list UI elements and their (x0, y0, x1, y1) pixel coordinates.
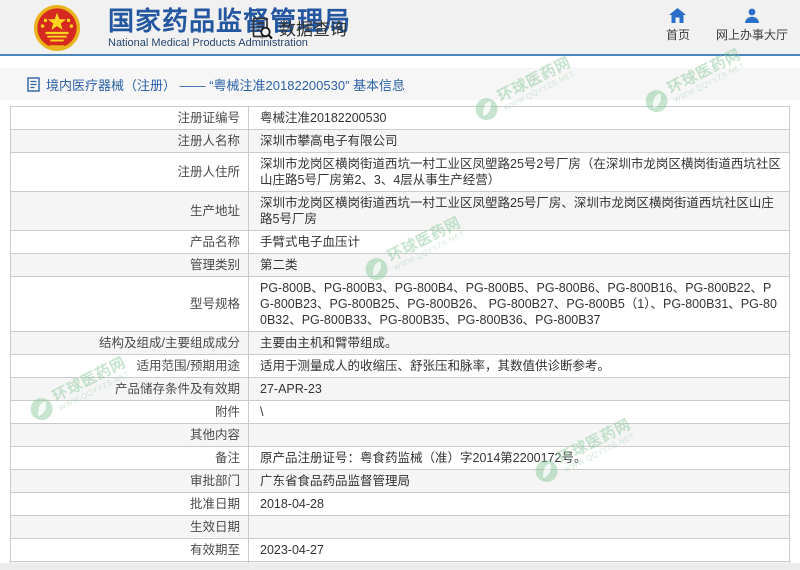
nav-home[interactable]: 首页 (666, 8, 690, 43)
table-row: 审批部门广东省食品药品监督管理局 (11, 470, 789, 493)
table-row: 产品储存条件及有效期27-APR-23 (11, 378, 789, 401)
site-header: 国家药品监督管理局 National Medical Products Admi… (0, 0, 800, 54)
table-row: 适用范围/预期用途适用于测量成人的收缩压、舒张压和脉率，其数值供诊断参考。 (11, 355, 789, 378)
table-row: 批准日期2018-04-28 (11, 493, 789, 516)
data-query-section[interactable]: 数据查询 (250, 15, 347, 40)
footer-strip (0, 563, 800, 570)
row-label: 管理类别 (11, 254, 249, 276)
row-label: 适用范围/预期用途 (11, 355, 249, 377)
row-label: 注册人住所 (11, 153, 249, 191)
breadcrumb: 境内医疗器械（注册） —— “粤械注准20182200530” 基本信息 (0, 68, 800, 100)
row-label: 型号规格 (11, 277, 249, 331)
row-label: 产品名称 (11, 231, 249, 253)
table-row: 附件\ (11, 401, 789, 424)
row-label: 注册人名称 (11, 130, 249, 152)
row-label: 其他内容 (11, 424, 249, 446)
document-icon (27, 77, 40, 92)
national-emblem-logo (26, 4, 88, 57)
row-value: 深圳市龙岗区横岗街道西坑一村工业区凤塱路25号厂房、深圳市龙岗区横岗街道西坑社区… (249, 192, 789, 230)
nav-service-hall[interactable]: 网上办事大厅 (716, 8, 788, 43)
header-nav: 首页 网上办事大厅 (666, 8, 788, 43)
row-label: 审批部门 (11, 470, 249, 492)
table-row: 产品名称手臂式电子血压计 (11, 231, 789, 254)
table-row: 生产地址深圳市龙岗区横岗街道西坑一村工业区凤塱路25号厂房、深圳市龙岗区横岗街道… (11, 192, 789, 231)
row-label: 备注 (11, 447, 249, 469)
breadcrumb-text: 境内医疗器械（注册） —— “粤械注准20182200530” 基本信息 (46, 75, 405, 94)
table-row: 注册人名称深圳市攀高电子有限公司 (11, 130, 789, 153)
row-value: 深圳市龙岗区横岗街道西坑一村工业区凤塱路25号2号厂房（在深圳市龙岗区横岗街道西… (249, 153, 789, 191)
row-label: 附件 (11, 401, 249, 423)
registration-info-table: 注册证编号粤械注准20182200530注册人名称深圳市攀高电子有限公司注册人住… (10, 106, 790, 570)
row-label: 产品储存条件及有效期 (11, 378, 249, 400)
table-row: 其他内容 (11, 424, 789, 447)
row-value: 手臂式电子血压计 (249, 231, 789, 253)
table-row: 备注原产品注册证号：粤食药监械（准）字2014第2200172号。 (11, 447, 789, 470)
row-label: 生产地址 (11, 192, 249, 230)
row-value: 主要由主机和臂带组成。 (249, 332, 789, 354)
row-label: 批准日期 (11, 493, 249, 515)
row-value (249, 516, 789, 538)
table-row: 注册人住所深圳市龙岗区横岗街道西坑一村工业区凤塱路25号2号厂房（在深圳市龙岗区… (11, 153, 789, 192)
table-row: 有效期至2023-04-27 (11, 539, 789, 562)
row-value (249, 424, 789, 446)
row-value: 粤械注准20182200530 (249, 107, 789, 129)
row-value: 广东省食品药品监督管理局 (249, 470, 789, 492)
row-value: 27-APR-23 (249, 378, 789, 400)
home-icon (669, 8, 686, 23)
table-row: 注册证编号粤械注准20182200530 (11, 107, 789, 130)
row-label: 生效日期 (11, 516, 249, 538)
row-value: 深圳市攀高电子有限公司 (249, 130, 789, 152)
row-value: PG-800B、PG-800B3、PG-800B4、PG-800B5、PG-80… (249, 277, 789, 331)
row-value: 2023-04-27 (249, 539, 789, 561)
row-value: 原产品注册证号：粤食药监械（准）字2014第2200172号。 (249, 447, 789, 469)
user-icon (744, 8, 760, 23)
row-value: 第二类 (249, 254, 789, 276)
page: 国家药品监督管理局 National Medical Products Admi… (0, 0, 800, 570)
table-row: 型号规格PG-800B、PG-800B3、PG-800B4、PG-800B5、P… (11, 277, 789, 332)
row-value: 2018-04-28 (249, 493, 789, 515)
row-label: 结构及组成/主要组成成分 (11, 332, 249, 354)
row-label: 注册证编号 (11, 107, 249, 129)
row-value: \ (249, 401, 789, 423)
table-row: 结构及组成/主要组成成分主要由主机和臂带组成。 (11, 332, 789, 355)
nav-service-hall-label: 网上办事大厅 (716, 26, 788, 43)
data-query-label: 数据查询 (279, 15, 347, 40)
table-row: 管理类别第二类 (11, 254, 789, 277)
row-label: 有效期至 (11, 539, 249, 561)
table-row: 生效日期 (11, 516, 789, 539)
nav-home-label: 首页 (666, 26, 690, 43)
header-divider-line (0, 54, 800, 56)
row-value: 适用于测量成人的收缩压、舒张压和脉率，其数值供诊断参考。 (249, 355, 789, 377)
data-query-icon (250, 16, 274, 40)
